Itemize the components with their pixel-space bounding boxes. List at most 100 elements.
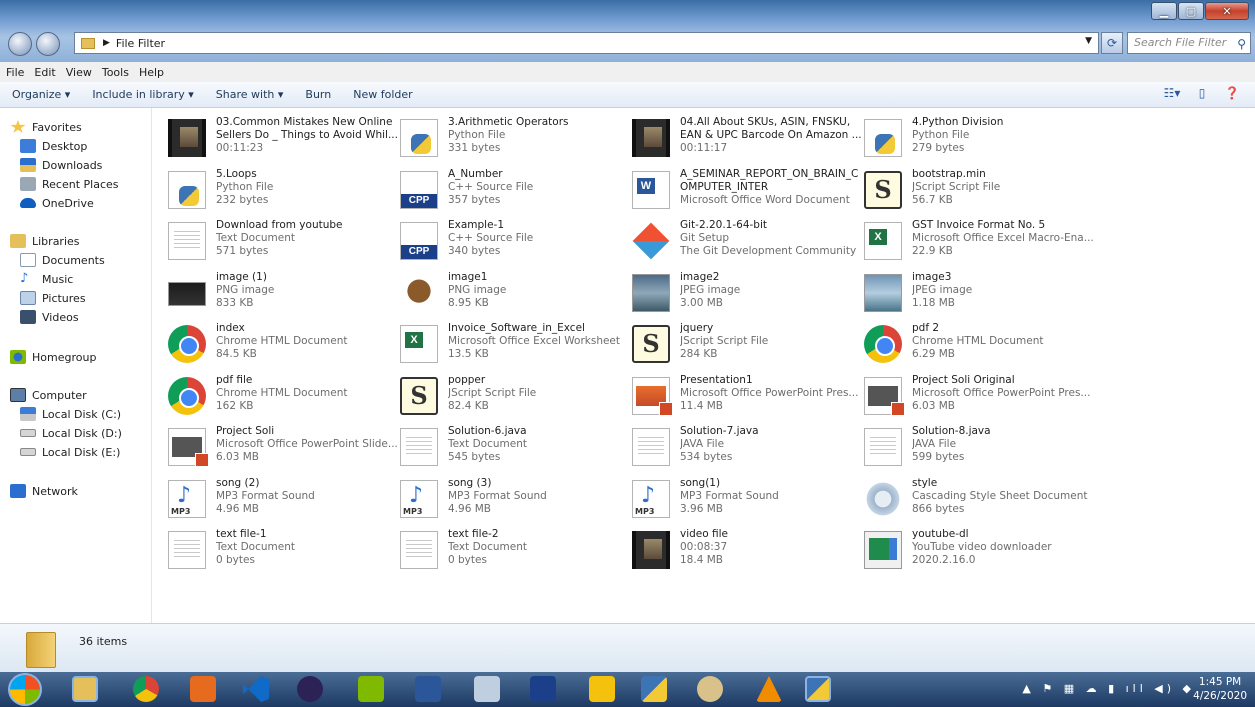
nav-downloads[interactable]: Downloads	[20, 156, 102, 174]
chrome-taskbar-icon[interactable]	[133, 676, 159, 702]
file-item[interactable]: jqueryJScript Script File284 KB	[632, 321, 864, 371]
file-item[interactable]: image1 PNG image 8.95 KB	[400, 270, 632, 320]
help-taskbar-icon[interactable]	[589, 676, 615, 702]
file-item[interactable]: pdf file Chrome HTML Document 162 KB	[168, 373, 400, 423]
calculator-taskbar-icon[interactable]	[474, 676, 500, 702]
maximize-button[interactable]: ▢	[1178, 2, 1204, 20]
nav-downloads-label: Downloads	[42, 158, 103, 172]
python-taskbar-icon[interactable]	[641, 676, 667, 702]
include-in-library-button[interactable]: Include in library ▾	[92, 88, 193, 101]
file-item[interactable]: Invoice_Software_in_ExcelMicrosoft Offic…	[400, 321, 632, 371]
nav-local-disk-c[interactable]: Local Disk (C:)	[20, 405, 121, 423]
file-item[interactable]: A_SEMINAR_REPORT_ON_BRAIN_C OMPUTER_INTE…	[632, 167, 864, 217]
file-item[interactable]: song (2)MP3 Format Sound4.96 MB	[168, 476, 400, 526]
file-item[interactable]: 04.All About SKUs, ASIN, FNSKU, EAN & UP…	[632, 115, 864, 165]
organize-button[interactable]: Organize ▾	[12, 88, 70, 101]
paint-taskbar-icon[interactable]	[697, 676, 723, 702]
nav-network[interactable]: Network	[10, 482, 78, 500]
file-item[interactable]: Solution-8.java JAVA File 599 bytes	[864, 424, 1096, 474]
breadcrumb[interactable]: File Filter	[116, 37, 165, 50]
file-item[interactable]: 3.Arithmetic Operators Python File 331 byt…	[400, 115, 632, 165]
file-item[interactable]: 5.Loops Python File 232 bytes	[168, 167, 400, 217]
file-item[interactable]: Presentation1 Microsoft Office PowerPoint…	[632, 373, 864, 423]
address-dropdown-icon[interactable]: ▼	[1085, 36, 1092, 46]
minimize-button[interactable]: ▁	[1151, 2, 1177, 20]
file-item[interactable]: pdf 2 Chrome HTML Document 6.29 MB	[864, 321, 1096, 371]
new-folder-button[interactable]: New folder	[353, 88, 412, 101]
nav-recent-places[interactable]: Recent Places	[20, 175, 119, 193]
dev-cpp-taskbar-icon[interactable]	[530, 676, 556, 702]
forward-button[interactable]	[36, 32, 60, 56]
nav-favorites[interactable]: Favorites	[10, 118, 82, 136]
file-item[interactable]: image2 JPEG image 3.00 MB	[632, 270, 864, 320]
file-item[interactable]: index Chrome HTML Document 84.5 KB	[168, 321, 400, 371]
navigation-pane: Favorites Desktop Downloads Recent Place…	[0, 108, 152, 623]
menu-file[interactable]: File	[6, 66, 24, 79]
nav-homegroup-label: Homegroup	[32, 350, 97, 364]
menu-help[interactable]: Help	[139, 66, 164, 79]
file-item[interactable]: Project Soli Microsoft Office PowerPoint …	[168, 424, 400, 474]
file-item[interactable]: A_NumberC++ Source File357 bytes	[400, 167, 632, 217]
file-item[interactable]: image (1) PNG image 833 KB	[168, 270, 400, 320]
menu-edit[interactable]: Edit	[34, 66, 55, 79]
word-taskbar-icon[interactable]	[415, 676, 441, 702]
menu-view[interactable]: View	[66, 66, 92, 79]
back-button[interactable]	[8, 32, 32, 56]
file-item[interactable]: text file-1 Text Document 0 bytes	[168, 527, 400, 577]
share-with-button[interactable]: Share with ▾	[216, 88, 284, 101]
file-item[interactable]: 03.Common Mistakes New Online Sellers Do…	[168, 115, 400, 165]
notepad-plus-taskbar-icon[interactable]	[358, 676, 384, 702]
nav-documents[interactable]: Documents	[20, 251, 105, 269]
nav-local-disk-d[interactable]: Local Disk (D:)	[20, 424, 122, 442]
file-item[interactable]: popperJScript Script File82.4 KB	[400, 373, 632, 423]
search-input[interactable]: Search File Filter ⚲	[1127, 32, 1251, 54]
search-icon[interactable]: ⚲	[1237, 34, 1246, 54]
file-item[interactable]: Project Soli Original Microsoft Office Po…	[864, 373, 1096, 423]
vlc-taskbar-icon[interactable]	[756, 676, 782, 702]
nav-local-disk-e[interactable]: Local Disk (E:)	[20, 443, 120, 461]
python-idle-taskbar-icon[interactable]	[805, 676, 831, 702]
file-item[interactable]: Git-2.20.1-64-bit Git Setup The Git Develo…	[632, 218, 864, 268]
help-icon[interactable]: ❓	[1221, 86, 1243, 104]
excel-macro-icon	[864, 222, 902, 260]
file-item[interactable]: text file-2 Text Document 0 bytes	[400, 527, 632, 577]
file-item[interactable]: Solution-7.java JAVA File 534 bytes	[632, 424, 864, 474]
file-item[interactable]: Solution-6.java Text Document 545 bytes	[400, 424, 632, 474]
nav-onedrive[interactable]: OneDrive	[20, 194, 94, 212]
file-name: GST Invoice Format No. 5	[912, 219, 1046, 231]
clock[interactable]: 1:45 PM 4/26/2020	[1193, 675, 1247, 703]
preview-pane-icon[interactable]: ▯	[1191, 86, 1213, 104]
vscode-taskbar-icon[interactable]	[243, 676, 269, 702]
nav-libraries[interactable]: Libraries	[10, 232, 80, 250]
file-item[interactable]: style Cascading Style Sheet Document 866 b…	[864, 476, 1096, 526]
file-item[interactable]: 4.Python Division Python File 279 bytes	[864, 115, 1096, 165]
nav-pictures-label: Pictures	[42, 291, 86, 305]
nav-desktop[interactable]: Desktop	[20, 137, 87, 155]
file-item[interactable]: youtube-dl YouTube video downloader 2020.2…	[864, 527, 1096, 577]
close-button[interactable]: ✕	[1205, 2, 1249, 20]
file-item[interactable]: song(1)MP3 Format Sound3.96 MB	[632, 476, 864, 526]
file-item[interactable]: Example-1C++ Source File340 bytes	[400, 218, 632, 268]
mp3-sound-icon	[632, 479, 670, 518]
menu-tools[interactable]: Tools	[102, 66, 129, 79]
system-tray[interactable]: ▲ ⚑ ▦ ☁ ▮ ıll ◀) ◆	[1022, 682, 1195, 695]
start-button[interactable]	[8, 673, 42, 706]
explorer-taskbar-icon[interactable]	[72, 676, 98, 702]
nav-videos[interactable]: Videos	[20, 308, 79, 326]
refresh-button[interactable]: ⟳	[1101, 32, 1123, 54]
file-item[interactable]: GST Invoice Format No. 5Microsoft Office…	[864, 218, 1096, 268]
nav-homegroup[interactable]: Homegroup	[10, 348, 96, 366]
change-view-icon[interactable]: ☷▾	[1161, 86, 1183, 104]
file-item[interactable]: song (3)MP3 Format Sound4.96 MB	[400, 476, 632, 526]
media-player-taskbar-icon[interactable]	[190, 676, 216, 702]
nav-pictures[interactable]: Pictures	[20, 289, 86, 307]
file-item[interactable]: Download from youtube Text Document 571 by…	[168, 218, 400, 268]
file-item[interactable]: video file 00:08:37 18.4 MB	[632, 527, 864, 577]
address-bar[interactable]: ▶ File Filter ▼	[74, 32, 1099, 54]
nav-music[interactable]: ♪ Music	[20, 270, 73, 288]
eclipse-taskbar-icon[interactable]	[297, 676, 323, 702]
file-item[interactable]: bootstrap.minJScript Script File56.7 KB	[864, 167, 1096, 217]
file-item[interactable]: image3 JPEG image 1.18 MB	[864, 270, 1096, 320]
nav-computer[interactable]: Computer	[10, 386, 87, 404]
burn-button[interactable]: Burn	[305, 88, 331, 101]
